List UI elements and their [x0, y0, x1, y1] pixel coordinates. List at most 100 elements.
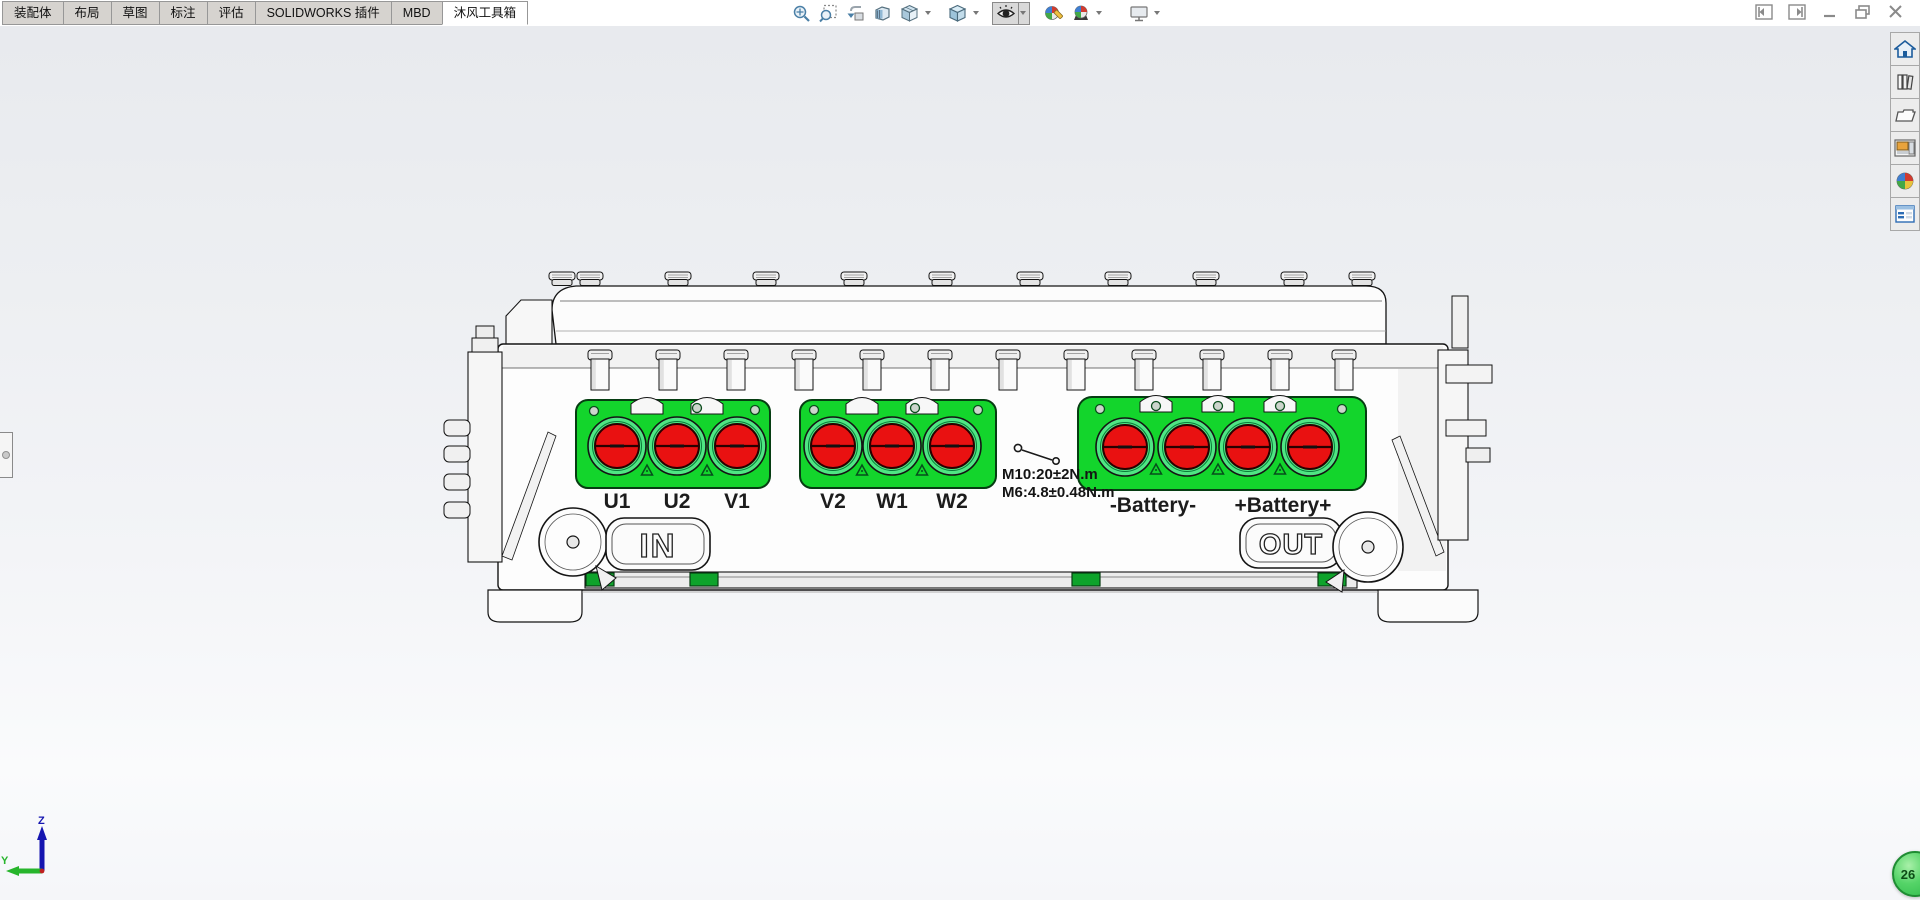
port-v1[interactable] — [706, 415, 768, 477]
edit-appearance-icon — [1044, 5, 1063, 20]
section-view-button[interactable] — [869, 2, 896, 25]
dynamic-annotation-views-dropdown[interactable] — [923, 2, 934, 25]
connector-plate-uv[interactable] — [575, 397, 771, 489]
connector-plate-vw[interactable] — [799, 397, 997, 489]
ribbon-tabs: 装配体 布局 草图 标注 评估 SOLIDWORKS 插件 MBD 沐风工具箱 — [2, 1, 529, 26]
port-battery-pos[interactable] — [1217, 416, 1279, 478]
port-battery-neg2[interactable] — [1156, 416, 1218, 478]
dynamic-annotation-views-icon — [900, 4, 919, 22]
port-v2[interactable] — [802, 415, 864, 477]
view-orientation-icon — [948, 4, 967, 22]
label-w1: W1 — [876, 490, 908, 513]
tab-mbd[interactable]: MBD — [390, 1, 443, 25]
previous-view-icon — [847, 5, 864, 20]
view-settings-dropdown[interactable] — [1152, 2, 1163, 25]
label-battery-pos: +Battery+ — [1235, 494, 1332, 517]
custom-properties-icon — [1895, 205, 1915, 223]
minimize-button[interactable] — [1818, 2, 1842, 22]
appearances-sphere-icon — [1896, 172, 1914, 190]
edit-appearance-button[interactable] — [1040, 2, 1067, 25]
collapse-left-icon — [1755, 4, 1773, 20]
tab-assembly[interactable]: 装配体 — [2, 1, 64, 25]
apply-scene-button[interactable] — [1067, 2, 1094, 25]
minimize-icon — [1824, 14, 1835, 18]
view-settings-button[interactable] — [1125, 2, 1152, 25]
apply-scene-icon — [1073, 5, 1088, 20]
task-pane — [1890, 32, 1920, 231]
zoom-to-fit-icon — [793, 5, 810, 22]
heads-up-view-toolbar — [788, 1, 1163, 25]
tab-mufeng-toolbox[interactable]: 沐风工具箱 — [441, 1, 529, 25]
zoom-to-area-button[interactable] — [815, 2, 842, 25]
port-u1[interactable] — [586, 415, 648, 477]
torque-note-m6: M6:4.8±0.48N.m — [1002, 484, 1114, 501]
housing-lid[interactable] — [505, 285, 1387, 345]
port-battery-neg[interactable] — [1094, 416, 1156, 478]
port-w2[interactable] — [921, 415, 983, 477]
tab-layout[interactable]: 布局 — [62, 1, 112, 25]
window-controls — [1752, 2, 1908, 22]
zoom-to-area-icon — [819, 4, 837, 22]
lid-bolts[interactable] — [548, 271, 1376, 286]
tab-evaluate[interactable]: 评估 — [206, 1, 256, 25]
section-view-icon — [875, 5, 890, 21]
feature-manager-collapsed-tab[interactable] — [0, 432, 13, 478]
home-icon — [1894, 39, 1916, 58]
port-battery-pos2[interactable] — [1279, 416, 1341, 478]
bottom-rail[interactable] — [584, 571, 1358, 589]
port-u2[interactable] — [646, 415, 708, 477]
right-mounting-bracket[interactable] — [1437, 295, 1493, 541]
triad-y-label: Y — [1, 855, 9, 867]
tab-annotation[interactable]: 标注 — [158, 1, 208, 25]
zoom-to-fit-button[interactable] — [788, 2, 815, 25]
previous-view-button[interactable] — [842, 2, 869, 25]
tab-solidworks-addins[interactable]: SOLIDWORKS 插件 — [254, 1, 392, 25]
design-library-button[interactable] — [1890, 65, 1920, 99]
orientation-triad: Z Y — [1, 815, 47, 876]
notification-count: 26 — [1900, 866, 1916, 882]
graphics-area[interactable]: U1 U2 V1 V2 W1 W2 -Battery- +Battery+ M1… — [0, 26, 1920, 900]
label-out: OUT — [1259, 529, 1323, 561]
left-mounting-bracket[interactable] — [443, 325, 503, 563]
display-style-dropdown[interactable] — [1019, 1, 1030, 25]
command-manager-bar: 装配体 布局 草图 标注 评估 SOLIDWORKS 插件 MBD 沐风工具箱 — [0, 0, 1920, 26]
label-in: IN — [640, 527, 677, 564]
folder-icon — [1895, 109, 1916, 122]
port-w1[interactable] — [861, 415, 923, 477]
torque-note-m10: M10:20±2N.m — [1002, 466, 1098, 483]
appearances-scenes-button[interactable] — [1890, 164, 1920, 198]
display-style-button[interactable] — [992, 1, 1019, 25]
pane-knob-icon — [2, 451, 10, 459]
view-orientation-button[interactable] — [944, 2, 971, 25]
label-battery-neg: -Battery- — [1110, 494, 1196, 517]
solidworks-resources-button[interactable] — [1890, 32, 1920, 66]
collapse-right-icon — [1788, 4, 1806, 20]
close-button[interactable] — [1884, 2, 1908, 22]
books-icon — [1897, 74, 1914, 90]
view-orientation-dropdown[interactable] — [971, 2, 982, 25]
collapse-left-pane-button[interactable] — [1752, 2, 1776, 22]
label-u2: U2 — [664, 490, 691, 513]
file-explorer-button[interactable] — [1890, 98, 1920, 132]
restore-icon — [1855, 5, 1870, 19]
view-settings-monitor-icon — [1129, 5, 1148, 21]
mounting-feet[interactable] — [487, 589, 1479, 623]
restore-button[interactable] — [1851, 2, 1875, 22]
display-style-eye-icon — [996, 4, 1015, 18]
label-w2: W2 — [936, 490, 968, 513]
label-v1: V1 — [724, 490, 750, 513]
view-palette-icon — [1894, 139, 1916, 157]
connector-plate-battery[interactable] — [1077, 395, 1367, 491]
collapse-right-pane-button[interactable] — [1785, 2, 1809, 22]
tab-sketch[interactable]: 草图 — [110, 1, 160, 25]
view-palette-button[interactable] — [1890, 131, 1920, 165]
triad-z-label: Z — [38, 815, 45, 827]
dynamic-annotation-views-button[interactable] — [896, 2, 923, 25]
inverter-housing[interactable]: U1 U2 V1 V2 W1 W2 -Battery- +Battery+ M1… — [443, 271, 1493, 623]
custom-properties-button[interactable] — [1890, 197, 1920, 231]
label-v2: V2 — [820, 490, 846, 513]
3d-model[interactable]: U1 U2 V1 V2 W1 W2 -Battery- +Battery+ M1… — [0, 26, 1920, 900]
label-u1: U1 — [604, 490, 631, 513]
apply-scene-dropdown[interactable] — [1094, 2, 1105, 25]
application-window: U1 U2 V1 V2 W1 W2 -Battery- +Battery+ M1… — [0, 0, 1920, 900]
